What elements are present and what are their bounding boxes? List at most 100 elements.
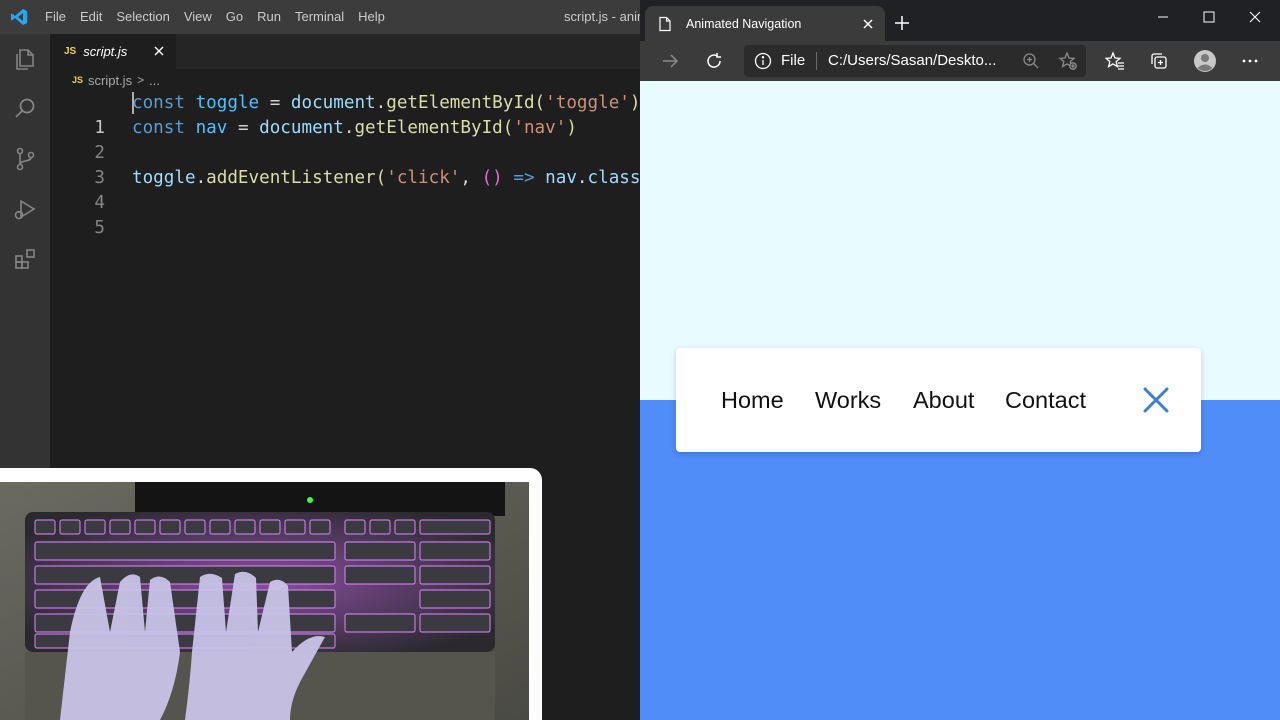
code-line[interactable]: 1 const toggle = document.getElementById… xyxy=(50,91,640,138)
token-string: 'toggle' xyxy=(545,93,630,113)
menu-go[interactable]: Go xyxy=(219,0,250,34)
close-window-icon[interactable] xyxy=(1232,0,1278,34)
code-line[interactable]: 4 toggle.addEventListener('click', () =>… xyxy=(50,166,640,213)
token-paren: ) xyxy=(629,93,640,113)
explorer-icon[interactable] xyxy=(0,34,50,84)
nav-link-about[interactable]: About xyxy=(913,348,974,452)
source-control-icon[interactable] xyxy=(0,134,50,184)
close-icon[interactable] xyxy=(859,15,877,33)
token-string: 'nav' xyxy=(513,118,567,138)
breadcrumb: JS script.js > ... xyxy=(50,69,640,91)
maximize-icon[interactable] xyxy=(1186,0,1232,34)
run-debug-icon[interactable] xyxy=(0,184,50,234)
search-icon[interactable] xyxy=(0,84,50,134)
address-divider xyxy=(816,52,817,70)
webcam-frame xyxy=(0,468,542,720)
breadcrumb-separator: > xyxy=(137,73,145,87)
token-dot: . xyxy=(576,168,588,188)
token-paren: () xyxy=(481,168,503,188)
token-keyword: const xyxy=(132,93,185,113)
token-property: classLi xyxy=(587,168,640,188)
line-code: toggle.addEventListener('click', () => n… xyxy=(132,166,640,191)
extensions-icon[interactable] xyxy=(0,234,50,284)
text-cursor xyxy=(132,92,134,114)
token-paren: ( xyxy=(534,93,546,113)
token-object: toggle xyxy=(132,168,196,188)
code-line[interactable]: 5 xyxy=(50,191,640,238)
new-tab-icon[interactable] xyxy=(892,13,912,33)
token-function: addEventListener xyxy=(206,168,376,188)
profile-icon[interactable] xyxy=(1193,49,1217,73)
token-arrow: => xyxy=(513,168,535,188)
address-bar[interactable]: File C:/Users/Sasan/Deskto... xyxy=(744,45,1086,77)
token-variable: toggle xyxy=(195,93,260,113)
token-comma: , xyxy=(460,168,471,188)
token-object: document xyxy=(259,118,344,138)
line-number: 5 xyxy=(94,218,105,238)
menu-view[interactable]: View xyxy=(177,0,219,34)
token-paren: ) xyxy=(566,118,577,138)
breadcrumb-more[interactable]: ... xyxy=(149,73,160,88)
token-string: 'click' xyxy=(386,168,461,188)
token-dot: . xyxy=(343,118,355,138)
close-icon[interactable] xyxy=(150,42,168,60)
line-code: const nav = document.getElementById('nav… xyxy=(132,116,577,141)
menu-help[interactable]: Help xyxy=(351,0,392,34)
line-code: const toggle = document.getElementById('… xyxy=(132,91,640,116)
favorites-icon[interactable] xyxy=(1103,49,1127,73)
menu-edit[interactable]: Edit xyxy=(73,0,109,34)
browser-toolbar: File C:/Users/Sasan/Deskto... xyxy=(640,41,1280,81)
menu-file[interactable]: File xyxy=(38,0,73,34)
vscode-logo-icon xyxy=(0,0,38,34)
address-scheme: File xyxy=(781,52,806,69)
browser-window: Animated Navigation File C:/Users/Sasan/… xyxy=(640,0,1280,720)
page-content: Home Works About Contact xyxy=(640,81,1280,720)
token-function: getElementById xyxy=(386,93,535,113)
token-paren: ( xyxy=(502,118,514,138)
tab-script-js[interactable]: JS script.js xyxy=(50,34,176,69)
forward-icon[interactable] xyxy=(658,49,682,73)
webcam-keyboard-video xyxy=(0,482,529,720)
vscode-titlebar: File Edit Selection View Go Run Terminal… xyxy=(0,0,640,34)
token-dot: . xyxy=(375,93,387,113)
navigation-card: Home Works About Contact xyxy=(676,348,1201,452)
breadcrumb-file[interactable]: script.js xyxy=(88,73,132,88)
menu-terminal[interactable]: Terminal xyxy=(288,0,351,34)
nav-link-works[interactable]: Works xyxy=(815,348,881,452)
window-title: script.js - anim xyxy=(564,9,640,24)
token-object: document xyxy=(290,93,376,113)
toggle-close-icon[interactable] xyxy=(1142,386,1170,414)
address-url[interactable]: C:/Users/Sasan/Deskto... xyxy=(828,45,996,77)
token-object: nav xyxy=(545,168,577,188)
add-favorite-icon[interactable] xyxy=(1058,51,1078,71)
token-variable: nav xyxy=(195,118,228,138)
refresh-icon[interactable] xyxy=(702,49,726,73)
token-function: getElementById xyxy=(354,118,503,138)
minimize-icon[interactable] xyxy=(1140,0,1186,34)
info-icon[interactable] xyxy=(754,52,772,70)
collections-icon[interactable] xyxy=(1147,49,1171,73)
js-file-icon: JS xyxy=(64,46,77,57)
browser-tab-active[interactable]: Animated Navigation xyxy=(645,6,885,41)
code-line[interactable]: 2 const nav = document.getElementById('n… xyxy=(50,116,640,163)
token-keyword: const xyxy=(132,118,185,138)
token-paren: ( xyxy=(375,168,387,188)
page-icon xyxy=(657,16,673,32)
more-icon[interactable] xyxy=(1238,49,1262,73)
nav-link-home[interactable]: Home xyxy=(721,348,784,452)
editor-tabs: JS script.js xyxy=(50,34,640,69)
nav-link-contact[interactable]: Contact xyxy=(1005,348,1086,452)
browser-tab-bar: Animated Navigation xyxy=(640,0,1280,41)
token-dot: . xyxy=(195,168,207,188)
menu-bar: File Edit Selection View Go Run Terminal… xyxy=(38,0,392,34)
code-editor[interactable]: 1 const toggle = document.getElementById… xyxy=(50,91,640,471)
token-operator: = xyxy=(269,93,281,113)
menu-run[interactable]: Run xyxy=(250,0,288,34)
browser-tab-title: Animated Navigation xyxy=(686,16,802,31)
code-line[interactable]: 3 xyxy=(50,141,640,188)
menu-selection[interactable]: Selection xyxy=(109,0,176,34)
tab-label: script.js xyxy=(83,44,128,59)
token-operator: = xyxy=(237,118,249,138)
js-file-icon: JS xyxy=(72,75,84,85)
zoom-icon[interactable] xyxy=(1022,52,1040,70)
